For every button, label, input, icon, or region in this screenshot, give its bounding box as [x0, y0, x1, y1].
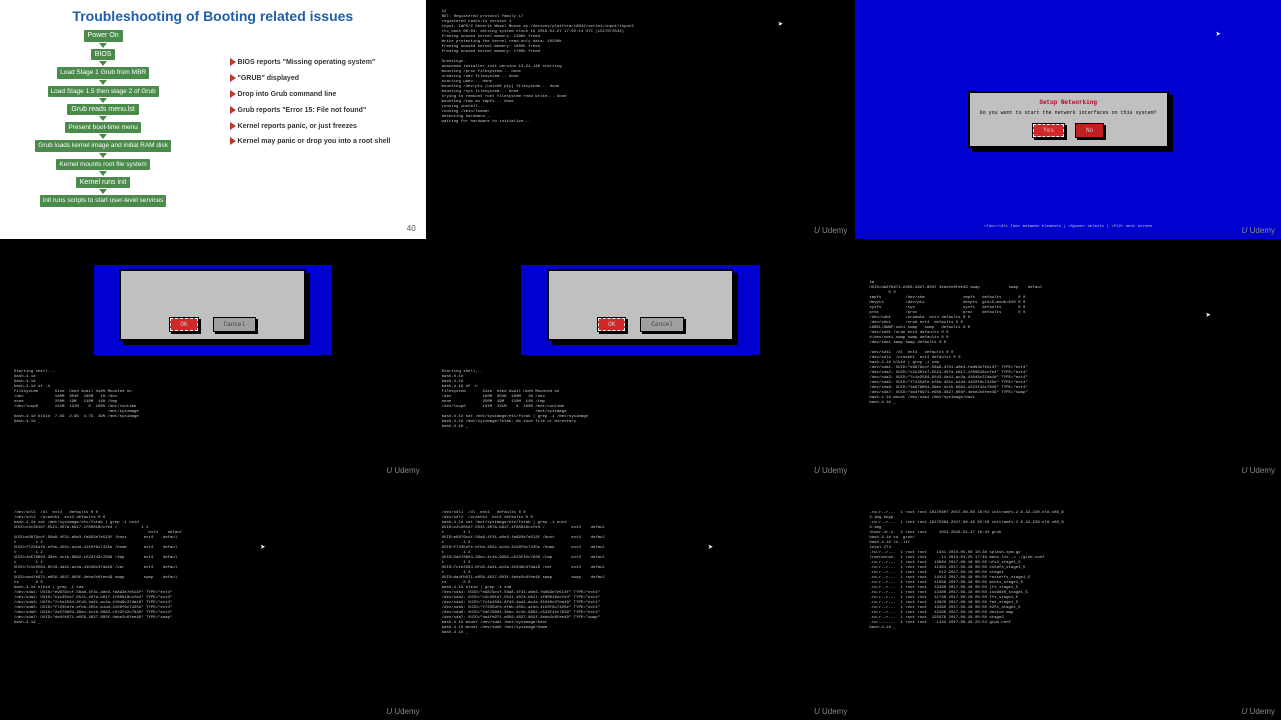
step: Kernel runs init: [76, 177, 131, 189]
udemy-badge: Udemy: [1242, 707, 1275, 716]
event: Drop into Grub command line: [230, 90, 391, 99]
terminal-output: Starting shell... bash-4.1# bash-4.1# ba…: [0, 360, 426, 435]
udemy-badge: Udemy: [814, 226, 847, 235]
ok-button[interactable]: OK: [169, 317, 198, 332]
yes-button[interactable]: Yes: [1032, 123, 1065, 138]
udemy-badge: Udemy: [814, 466, 847, 475]
udemy-badge: Udemy: [1242, 226, 1275, 235]
dialog-title: Setup Networking: [980, 99, 1157, 106]
cancel-button[interactable]: Cancel: [213, 317, 257, 332]
terminal-output: 12 NET: Registered protocol family 17 re…: [428, 0, 854, 135]
event: Grub reports "Error 15: File not found": [230, 106, 391, 115]
step: Present boot-time menu: [65, 122, 140, 133]
step: Power On: [84, 30, 123, 42]
event: Kernel may panic or drop you into a root…: [230, 137, 391, 146]
slide-right-col: BIOS reports "Missing operating system" "…: [230, 58, 391, 207]
cursor-icon: ➤: [778, 20, 783, 30]
udemy-badge: Udemy: [386, 707, 419, 716]
step: Load Stage 1 Grub from MBR: [57, 67, 149, 78]
cell-shell-fstab: OK Cancel Starting shell... bash-4.1# ba…: [428, 241, 854, 480]
slide-left-col: Power On BIOS Load Stage 1 Grub from MBR Lo…: [35, 30, 171, 207]
cursor-icon: ➤: [260, 543, 265, 553]
dialog-message: Do you want to start the network interfa…: [980, 110, 1157, 117]
cursor-icon: ➤: [1216, 30, 1221, 40]
cursor-icon: ➤: [708, 543, 713, 553]
cancel-button[interactable]: Cancel: [640, 317, 684, 332]
cell-boot-log: 12 NET: Registered protocol family 17 re…: [428, 0, 854, 239]
cell-blkid-mount: tm - UUID=da4fb971-e656-4627-803f 4ebe2c…: [855, 241, 1281, 480]
help-bar: <Tab>/<Alt-Tab> between elements | <Spac…: [855, 225, 1281, 229]
terminal-output: Starting shell... bash-4.1# bash-4.1# ba…: [428, 360, 854, 440]
event: BIOS reports "Missing operating system": [230, 58, 391, 67]
network-dialog: Setup Networking Do you want to start th…: [968, 91, 1169, 148]
cursor-icon: ➤: [1206, 311, 1211, 321]
event: Kernel reports panic, or just freezes: [230, 122, 391, 131]
ok-button[interactable]: OK: [597, 317, 626, 332]
step: init runs scripts to start user-level se…: [40, 195, 167, 206]
slide-title: Troubleshooting of Booting related issue…: [6, 8, 420, 24]
event: "GRUB" displayed: [230, 74, 391, 83]
step: Kernel mounts root file system: [56, 159, 149, 170]
step: BIOS: [91, 49, 116, 61]
cell-fstab-mount: /dev/sdl1 /dl ext4 defaults 0 0 /dev/sdl…: [428, 481, 854, 720]
terminal-output: /dev/sdl1 /dl ext4 defaults 0 0 /dev/sdl…: [0, 481, 426, 636]
udemy-badge: Udemy: [386, 466, 419, 475]
terminal-output: tm - UUID=da4fb971-e656-4627-803f 4ebe2c…: [855, 241, 1281, 416]
udemy-badge: Udemy: [1242, 466, 1275, 475]
cell-grub-ls: -rw-r--r--. 1 root root 16170407 2017-08…: [855, 481, 1281, 720]
terminal-output: -rw-r--r--. 1 root root 16170407 2017-08…: [855, 481, 1281, 641]
udemy-badge: Udemy: [814, 707, 847, 716]
cell-fstab-uuid: /dev/sdl1 /dl ext4 defaults 0 0 /dev/sdl…: [0, 481, 426, 720]
cell-shell-ok: OK Cancel Starting shell... bash-4.1# ba…: [0, 241, 426, 480]
terminal-output: /dev/sdl1 /dl ext4 defaults 0 0 /dev/sdl…: [428, 481, 854, 646]
cell-network-dialog: Setup Networking Do you want to start th…: [855, 0, 1281, 239]
step: Load Stage 1.5 then stage 2 of Grub: [48, 86, 159, 97]
no-button[interactable]: No: [1075, 123, 1104, 138]
step: Grub reads menu.lst: [67, 104, 138, 116]
slide-page-num: 40: [407, 224, 416, 233]
step: Grub loads kernel image and initial RAM …: [35, 140, 171, 151]
cell-slide: Troubleshooting of Booting related issue…: [0, 0, 426, 239]
